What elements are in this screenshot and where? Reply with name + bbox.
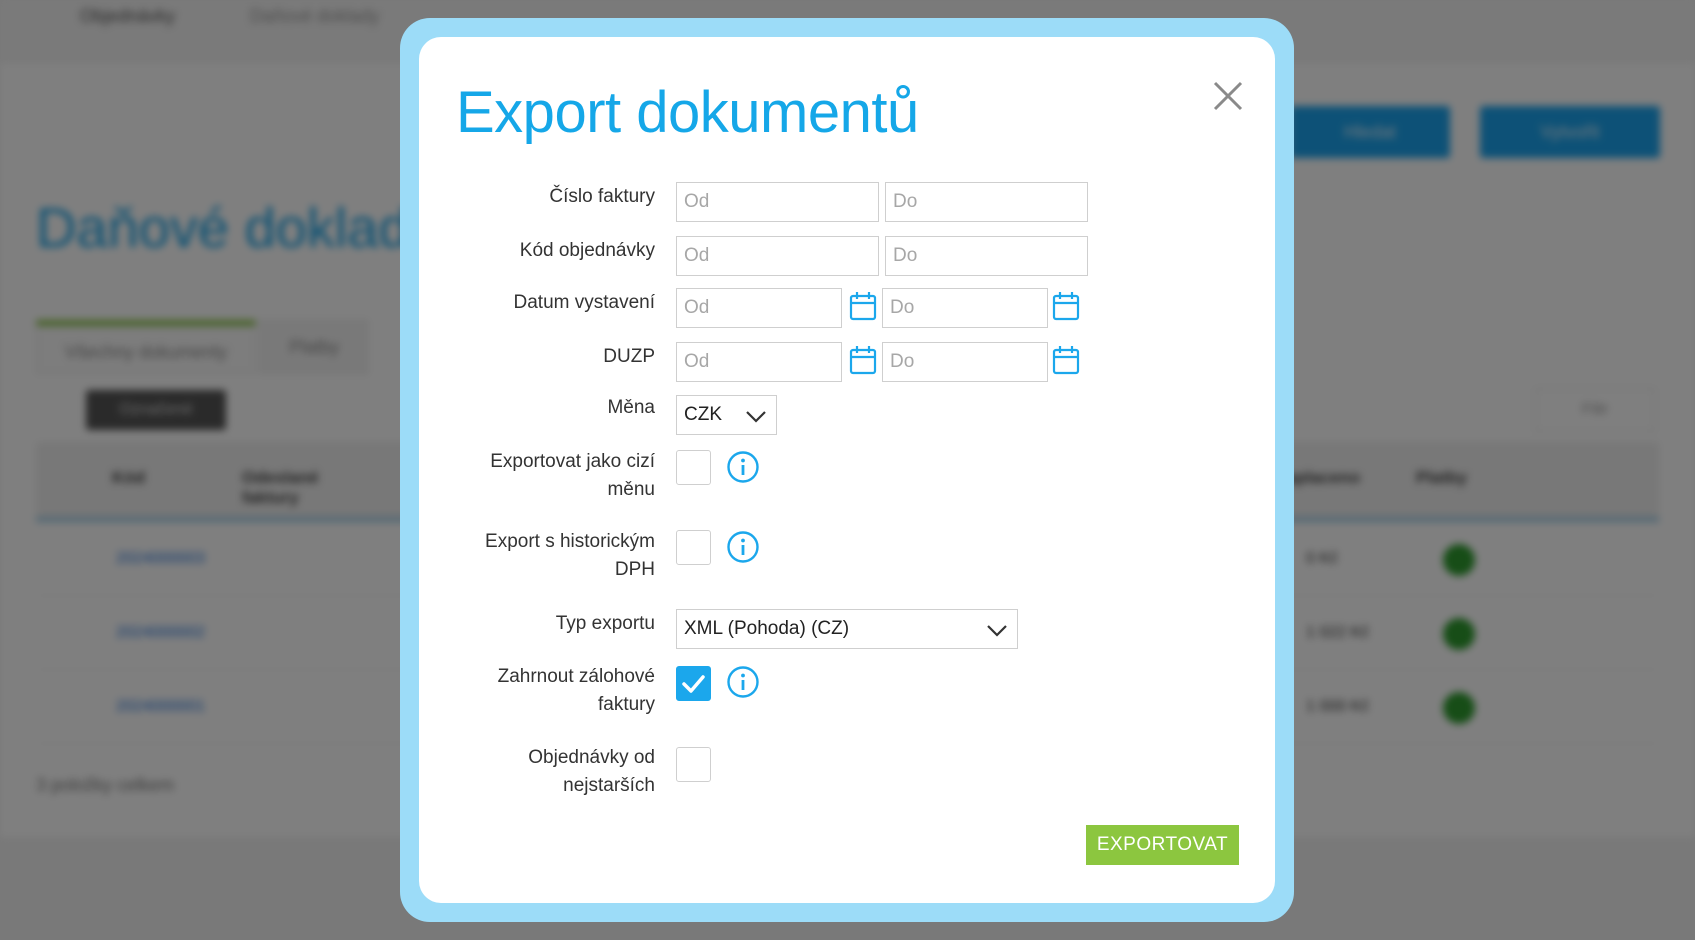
calendar-icon (849, 292, 877, 321)
currency-label: Měna (607, 397, 655, 418)
historic-vat-label-line1: Export s historickým (485, 531, 655, 552)
invoice-number-label: Číslo faktury (549, 186, 655, 207)
foreign-currency-label-line1: Exportovat jako cizí (490, 451, 655, 472)
foreign-currency-label: Exportovat jako cizí měnu (425, 448, 655, 504)
currency-select-value: CZK (684, 404, 722, 425)
historic-vat-info-button[interactable] (726, 530, 760, 564)
include-advance-label-line2: faktury (597, 694, 655, 715)
checkmark-icon (682, 675, 705, 693)
close-button[interactable] (1207, 75, 1249, 117)
duzp-to-calendar-button[interactable] (1052, 345, 1080, 375)
orders-oldest-label-line1: Objednávky od (528, 747, 655, 768)
modal-title: Export dokumentů (456, 80, 919, 145)
include-advance-info-button[interactable] (726, 665, 760, 699)
chevron-down-icon (746, 411, 766, 423)
foreign-currency-checkbox[interactable] (676, 450, 711, 485)
invoice-number-to-input[interactable] (885, 182, 1088, 222)
foreign-currency-label-line2: měnu (607, 479, 655, 500)
include-advance-label: Zahrnout zálohové faktury (425, 663, 655, 719)
order-code-to-input[interactable] (885, 236, 1088, 276)
orders-oldest-checkbox[interactable] (676, 747, 711, 782)
export-modal-frame: Export dokumentů Číslo faktury Kód objed… (400, 18, 1294, 922)
export-type-select-value: XML (Pohoda) (CZ) (684, 618, 850, 639)
chevron-down-icon (987, 625, 1007, 637)
duzp-from-calendar-button[interactable] (849, 345, 877, 375)
order-code-from-input[interactable] (676, 236, 879, 276)
include-advance-checkbox[interactable] (676, 666, 711, 701)
export-modal: Export dokumentů Číslo faktury Kód objed… (419, 37, 1275, 903)
historic-vat-checkbox[interactable] (676, 530, 711, 565)
export-type-label: Typ exportu (555, 613, 655, 634)
issue-date-from-input[interactable] (676, 288, 842, 328)
issue-date-to-calendar-button[interactable] (1052, 291, 1080, 321)
calendar-icon (1052, 346, 1080, 375)
info-icon (727, 531, 759, 563)
issue-date-label: Datum vystavení (513, 292, 656, 313)
issue-date-from-calendar-button[interactable] (849, 291, 877, 321)
invoice-number-from-input[interactable] (676, 182, 879, 222)
historic-vat-label: Export s historickým DPH (425, 528, 655, 584)
info-icon (727, 666, 759, 698)
close-icon (1213, 81, 1243, 111)
duzp-to-input[interactable] (882, 342, 1048, 382)
orders-oldest-label-line2: nejstarších (563, 775, 655, 796)
historic-vat-label-line2: DPH (614, 559, 655, 580)
calendar-icon (849, 346, 877, 375)
orders-oldest-label: Objednávky od nejstarších (425, 744, 655, 800)
issue-date-to-input[interactable] (882, 288, 1048, 328)
currency-select[interactable]: CZK (676, 395, 777, 435)
include-advance-label-line1: Zahrnout zálohové (497, 666, 655, 687)
export-type-select[interactable]: XML (Pohoda) (CZ) (676, 609, 1018, 649)
foreign-currency-info-button[interactable] (726, 450, 760, 484)
order-code-label: Kód objednávky (519, 240, 655, 261)
export-button[interactable]: EXPORTOVAT (1086, 825, 1239, 865)
duzp-from-input[interactable] (676, 342, 842, 382)
info-icon (727, 451, 759, 483)
calendar-icon (1052, 292, 1080, 321)
duzp-label: DUZP (603, 346, 655, 367)
